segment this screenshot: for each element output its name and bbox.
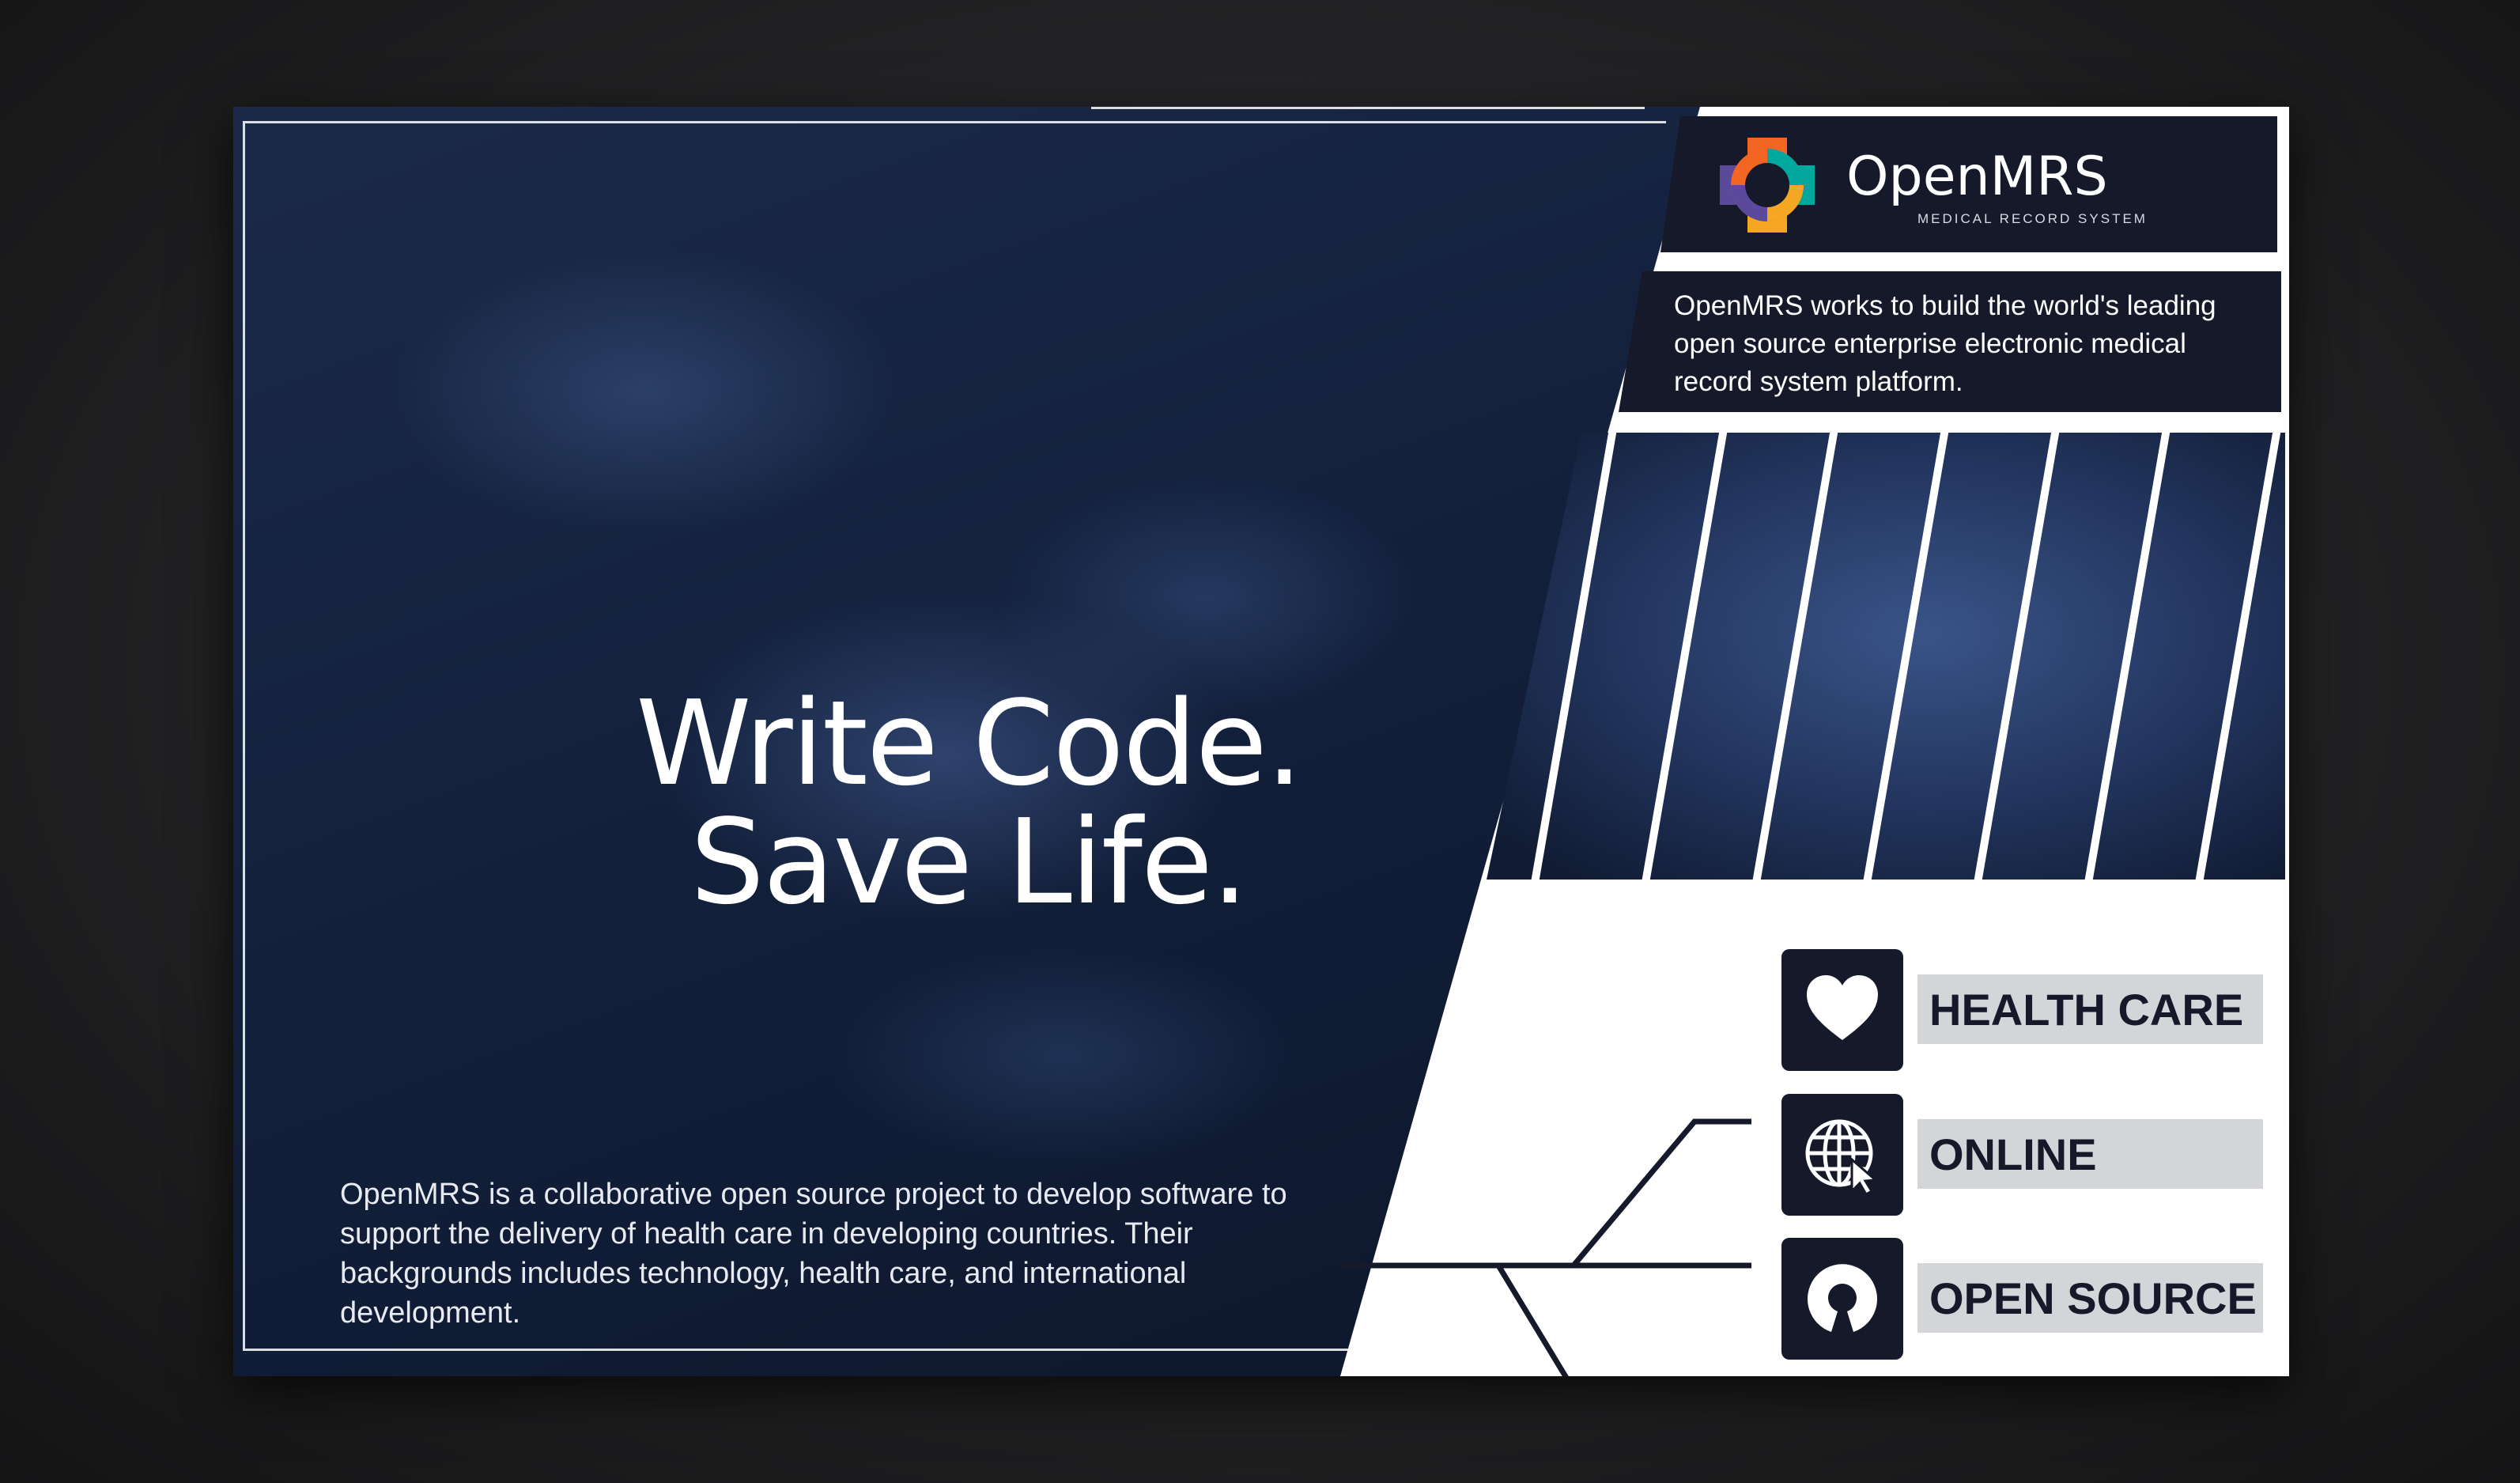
open-source-icon <box>1808 1264 1877 1332</box>
striped-hands-photo <box>1487 433 2285 880</box>
headline-line-2: Save Life. <box>690 794 1249 930</box>
flyer-card: Write Code. Save Life. OpenMRS is a coll… <box>233 107 2289 1376</box>
open-source-tile <box>1781 1238 1903 1360</box>
open-source-label-box: OPEN SOURCE <box>1917 1263 2263 1333</box>
online-label-box: ONLINE <box>1917 1119 2263 1189</box>
stage: Write Code. Save Life. OpenMRS is a coll… <box>0 0 2520 1483</box>
headline-line-1: Write Code. <box>636 675 1303 811</box>
online-label: ONLINE <box>1929 1129 2097 1179</box>
logo-banner: OpenMRS MEDICAL RECORD SYSTEM <box>1660 116 2277 252</box>
logo-name: OpenMRS <box>1846 146 2108 208</box>
health-care-tile <box>1781 949 1903 1071</box>
body-paragraph: OpenMRS is a collaborative open source p… <box>340 1178 1287 1330</box>
description-banner: OpenMRS works to build the world's leadi… <box>1619 271 2281 412</box>
openmrs-logo-icon <box>1720 138 1815 233</box>
logo-tagline: MEDICAL RECORD SYSTEM <box>1917 211 2148 226</box>
open-source-label: OPEN SOURCE <box>1929 1273 2257 1323</box>
health-care-label: HEALTH CARE <box>1929 985 2244 1035</box>
headline: Write Code. Save Life. <box>502 684 1435 921</box>
globe-cursor-icon <box>1805 1119 1879 1194</box>
heart-icon <box>1807 975 1878 1040</box>
frame-top-line <box>1091 107 1645 109</box>
description-text: OpenMRS works to build the world's leadi… <box>1674 290 2216 397</box>
online-tile <box>1781 1094 1903 1216</box>
health-care-label-box: HEALTH CARE <box>1917 974 2263 1044</box>
